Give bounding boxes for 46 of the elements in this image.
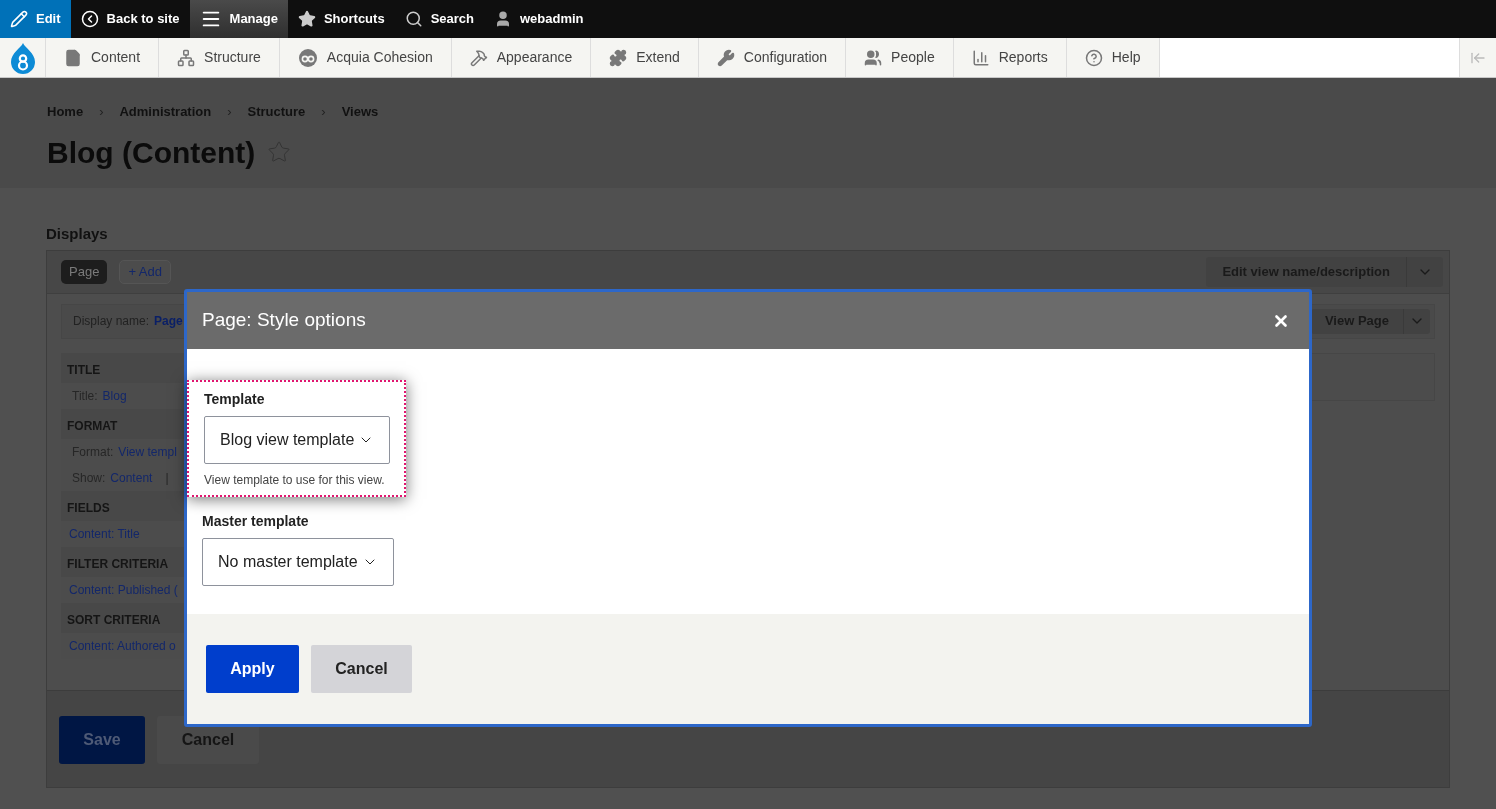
- select-field[interactable]: Blog view template: [204, 416, 391, 464]
- toolbar-item[interactable]: webadmin: [484, 0, 594, 38]
- hierarchy-icon: [177, 48, 196, 67]
- toolbar-item[interactable]: Manage: [189, 0, 288, 38]
- admin-menu-item[interactable]: Structure: [159, 38, 280, 77]
- field-label: Master template: [202, 512, 310, 531]
- user-icon: [494, 10, 512, 28]
- admin-menu-item[interactable]: Reports: [953, 38, 1067, 77]
- search-icon: [404, 10, 423, 28]
- collapse-tray-button[interactable]: [1459, 38, 1496, 77]
- document-icon: [64, 48, 82, 67]
- drupal-logo[interactable]: [0, 38, 46, 77]
- apply-button[interactable]: Apply: [206, 645, 299, 693]
- toolbar-item[interactable]: Search: [394, 0, 484, 38]
- toolbar-item[interactable]: Back to site: [70, 0, 190, 38]
- admin-menu-item[interactable]: People: [846, 38, 954, 77]
- admin-menu-item[interactable]: Acquia Cohesion: [279, 38, 452, 77]
- cohesion-icon: [297, 47, 318, 68]
- page-title: Blog (Content): [47, 134, 256, 171]
- people-icon: [864, 48, 883, 67]
- field-label: Template: [204, 390, 266, 409]
- section-heading: Displays: [46, 224, 109, 244]
- admin-menu-item[interactable]: Appearance: [451, 38, 592, 77]
- admin-menu-item[interactable]: Configuration: [698, 38, 847, 77]
- row-separator: |: [165, 469, 169, 487]
- star-icon: [297, 10, 316, 28]
- puzzle-icon: [609, 48, 628, 67]
- admin-menu-item[interactable]: Help: [1066, 38, 1160, 77]
- breadcrumb-separator: ›: [227, 103, 232, 121]
- toolbar-item[interactable]: Edit: [0, 0, 71, 38]
- dialog-title: Page: Style options: [202, 308, 367, 333]
- breadcrumb-separator: ›: [99, 103, 104, 121]
- admin-menu-item[interactable]: Content: [46, 38, 160, 77]
- hammer-icon: [469, 48, 488, 67]
- bar-chart-icon: [971, 48, 990, 67]
- cancel-button[interactable]: Cancel: [311, 645, 412, 693]
- help-icon: [1084, 48, 1103, 67]
- select-field[interactable]: No master template: [202, 538, 394, 586]
- wrench-icon: [716, 48, 735, 67]
- field-description: View template to use for this view.: [204, 472, 386, 489]
- pencil-icon: [10, 10, 28, 28]
- toolbar-item[interactable]: Shortcuts: [287, 0, 395, 38]
- admin-menu-item[interactable]: Extend: [591, 38, 699, 77]
- back-icon: [80, 10, 99, 28]
- display-tab[interactable]: Page: [61, 259, 108, 284]
- breadcrumb-separator: ›: [321, 103, 326, 121]
